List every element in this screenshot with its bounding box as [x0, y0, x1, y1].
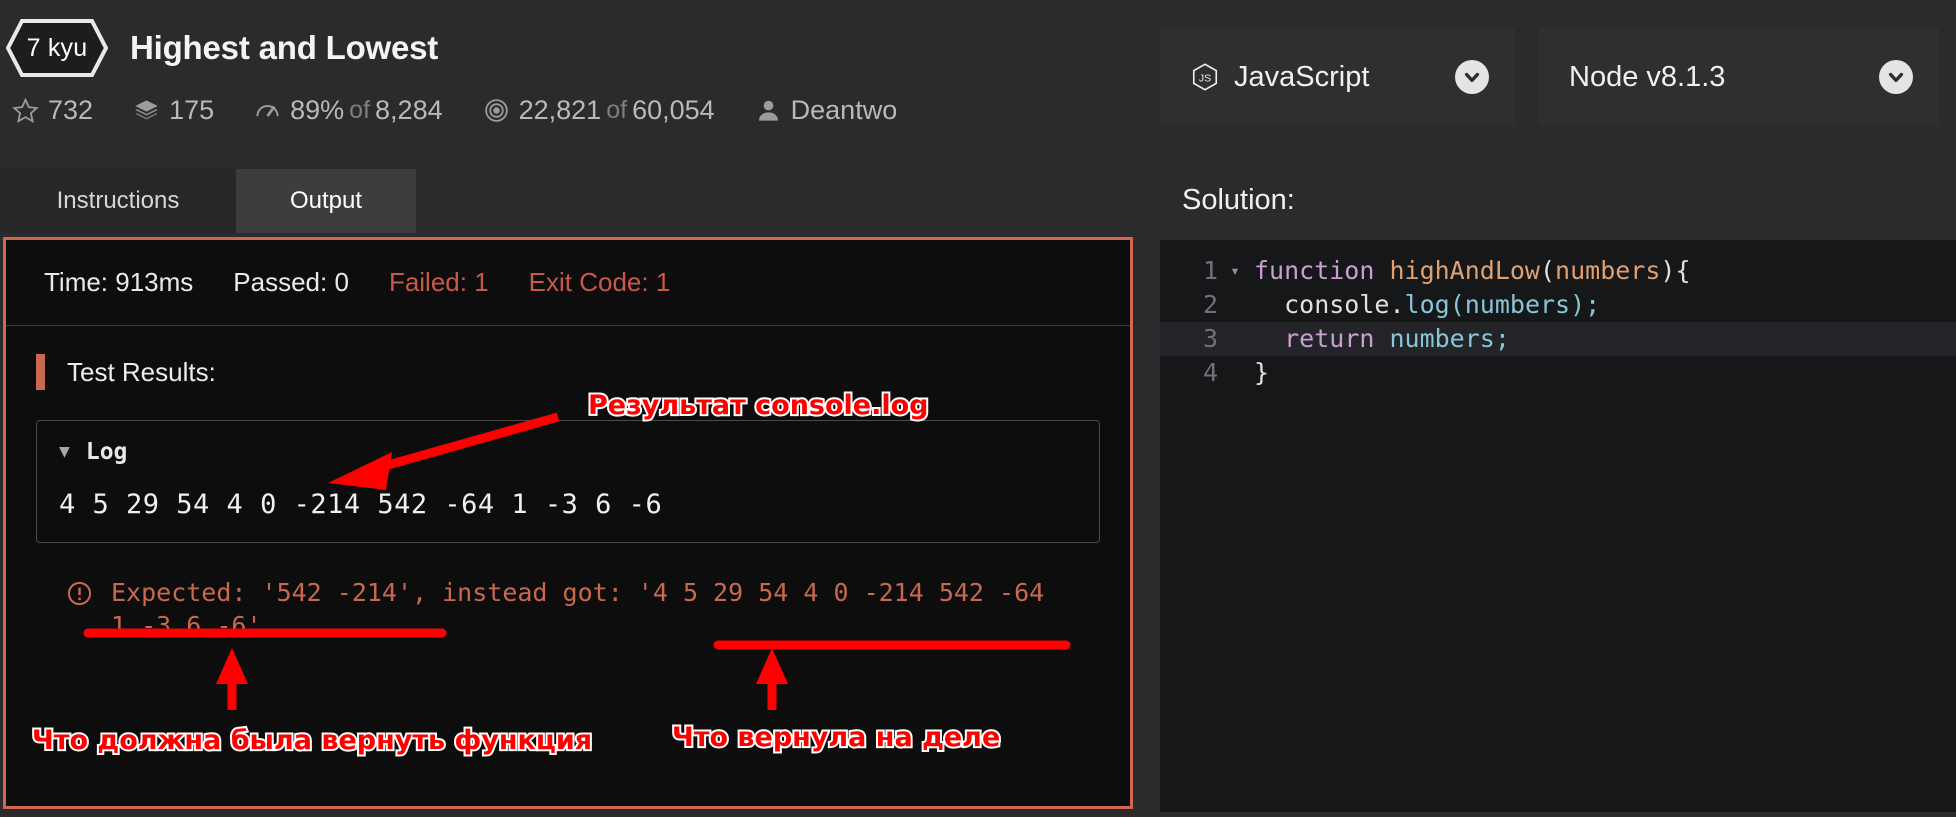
- rank-label: 7 kyu: [26, 33, 88, 62]
- js-icon: JS: [1190, 62, 1220, 92]
- summary-exit-code: Exit Code: 1: [528, 267, 671, 297]
- test-results-label: Test Results:: [67, 356, 216, 387]
- page-title: Highest and Lowest: [130, 29, 439, 66]
- summary-failed: Failed: 1: [388, 267, 489, 297]
- code-token: (: [1449, 290, 1465, 319]
- test-results-heading: Test Results:: [36, 354, 1100, 390]
- kata-header: 7 kyu Highest and Lowest 732 175 89% of …: [0, 0, 1160, 160]
- stat-author-name: Deantwo: [790, 94, 898, 125]
- code-text: console.log(numbers);: [1248, 288, 1600, 322]
- stat-layers: 175: [133, 95, 214, 126]
- fold-arrow-icon[interactable]: ▾: [1222, 254, 1248, 288]
- test-error-message: Expected: '542 -214', instead got: '4 5 …: [36, 577, 1100, 642]
- code-token: .: [1389, 290, 1405, 319]
- user-icon: [755, 97, 782, 124]
- solution-section: Solution: 1 ▾ function highAndLow(numbers)…: [1160, 160, 1956, 812]
- code-token: (: [1539, 256, 1556, 285]
- log-output-line: 4 5 29 54 4 0 -214 542 -64 1 -3 6 -6: [59, 489, 663, 520]
- summary-passed: Passed: 0: [233, 267, 349, 297]
- code-editor[interactable]: 1 ▾ function highAndLow(numbers){2 console…: [1160, 240, 1956, 812]
- accent-bar: [36, 354, 45, 390]
- tab-instructions[interactable]: Instructions: [0, 169, 236, 233]
- gauge-icon: [254, 97, 281, 124]
- code-token: log: [1404, 290, 1450, 319]
- code-token: console: [1254, 290, 1390, 319]
- summary-time: Time: 913ms: [44, 267, 194, 297]
- stat-completions-total: 60,054: [632, 94, 715, 125]
- code-token: ;: [1494, 324, 1510, 353]
- solution-label: Solution:: [1182, 183, 1295, 216]
- code-token: return: [1284, 324, 1390, 353]
- line-number: 2: [1202, 290, 1218, 319]
- stat-layers-value: 175: [169, 94, 215, 125]
- target-icon: [483, 97, 510, 124]
- code-token: numbers: [1464, 290, 1571, 319]
- star-icon: [12, 97, 39, 124]
- line-number: 3: [1202, 324, 1218, 353]
- output-panel: Time: 913ms Passed: 0 Failed: 1 Exit Cod…: [3, 237, 1133, 809]
- log-group-header[interactable]: ▼ Log: [59, 439, 1077, 465]
- test-results-section: Test Results: ▼ Log 4 5 29 54 4 0 -214 5…: [6, 326, 1130, 642]
- code-text: return numbers;: [1248, 322, 1510, 356]
- log-group-title: Log: [85, 439, 128, 465]
- code-token: ){: [1660, 256, 1691, 285]
- result-summary-bar: Time: 913ms Passed: 0 Failed: 1 Exit Cod…: [6, 240, 1130, 326]
- tab-output[interactable]: Output: [236, 169, 416, 233]
- error-text: Expected: '542 -214', instead got: '4 5 …: [111, 578, 1060, 640]
- stat-satisfaction: 89% of 8,284: [254, 94, 443, 126]
- caret-down-icon[interactable]: ▼: [59, 443, 70, 461]
- panel-tabs: Instructions Output: [0, 160, 1160, 233]
- svg-text:JS: JS: [1199, 73, 1211, 85]
- stat-completions: 22,821 of 60,054: [483, 95, 715, 126]
- language-label: JavaScript: [1234, 60, 1370, 93]
- chevron-down-icon[interactable]: [1879, 60, 1913, 94]
- exclamation-circle-icon: [66, 580, 93, 616]
- code-line[interactable]: 4}: [1160, 356, 1956, 390]
- stat-satisfaction-total: 8,284: [375, 94, 443, 125]
- code-text: }: [1248, 356, 1269, 390]
- tab-instructions-label: Instructions: [56, 187, 180, 214]
- code-text: function highAndLow(numbers){: [1248, 254, 1691, 288]
- runtime-select[interactable]: Node v8.1.3: [1539, 28, 1939, 126]
- code-line[interactable]: 1 ▾ function highAndLow(numbers){: [1160, 254, 1956, 288]
- codewars-kata-trainer: 7 kyu Highest and Lowest 732 175 89% of …: [0, 0, 1956, 812]
- code-token: numbers: [1555, 256, 1661, 285]
- language-select-value: JS JavaScript: [1190, 61, 1369, 94]
- right-panel: JS JavaScript Node v8.1.3 Solution: 1 ▾ …: [1160, 0, 1956, 812]
- layers-icon: [133, 97, 160, 124]
- runtime-select-value: Node v8.1.3: [1569, 61, 1725, 94]
- stat-satisfaction-pct: 89%: [290, 94, 345, 125]
- code-line[interactable]: 3 return numbers;: [1160, 322, 1956, 356]
- stat-satisfaction-of: of: [349, 95, 371, 124]
- stat-author: Deantwo: [755, 94, 898, 126]
- stat-completions-value: 22,821: [518, 94, 602, 125]
- code-token: numbers: [1389, 324, 1495, 353]
- tab-output-label: Output: [289, 187, 363, 214]
- log-group[interactable]: ▼ Log 4 5 29 54 4 0 -214 542 -64 1 -3 6 …: [36, 420, 1100, 543]
- stat-stars: 732: [12, 95, 93, 126]
- code-line[interactable]: 2 console.log(numbers);: [1160, 288, 1956, 322]
- kata-stats: 732 175 89% of 8,284 22,821 of 60,054 De…: [0, 86, 1160, 134]
- language-selectors: JS JavaScript Node v8.1.3: [1160, 28, 1956, 126]
- line-number: 4: [1202, 358, 1218, 387]
- code-token: function: [1254, 256, 1390, 285]
- chevron-down-icon[interactable]: [1455, 60, 1489, 94]
- language-select[interactable]: JS JavaScript: [1160, 28, 1515, 126]
- left-panel: 7 kyu Highest and Lowest 732 175 89% of …: [0, 0, 1160, 812]
- code-token: highAndLow: [1389, 256, 1540, 285]
- rank-badge: 7 kyu: [6, 19, 108, 77]
- stat-completions-of: of: [606, 95, 628, 124]
- runtime-label: Node v8.1.3: [1569, 60, 1726, 93]
- line-number: 1: [1202, 256, 1218, 285]
- code-token: );: [1570, 290, 1601, 319]
- code-token: }: [1254, 358, 1270, 387]
- kata-title-row: 7 kyu Highest and Lowest: [0, 18, 1160, 78]
- stat-stars-value: 732: [48, 94, 94, 125]
